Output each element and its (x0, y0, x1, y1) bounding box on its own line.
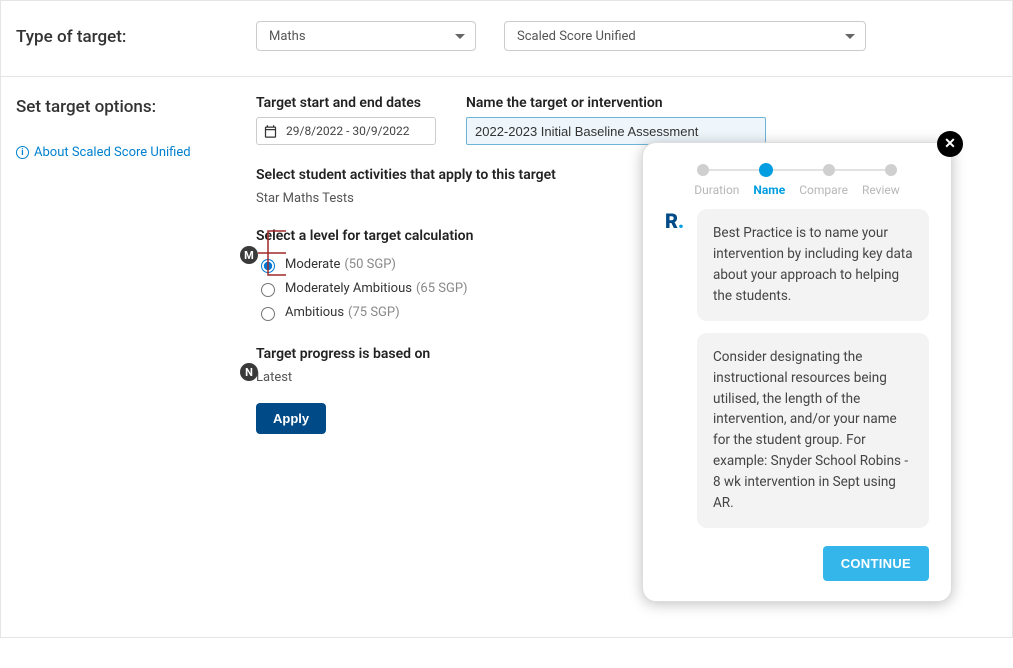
close-icon[interactable]: ✕ (937, 131, 963, 157)
type-of-target-row: Type of target: Maths Scaled Score Unifi… (1, 0, 1012, 77)
radio-ambitious[interactable] (261, 307, 275, 321)
popup-step-labels: Duration Name Compare Review (665, 183, 929, 197)
popup-message-1: Best Practice is to name your interventi… (697, 209, 929, 321)
level-sgp: (50 SGP) (344, 257, 396, 272)
chevron-down-icon (845, 34, 855, 39)
set-target-label: Set target options: (16, 97, 156, 117)
dates-picker[interactable]: 29/8/2022 - 30/9/2022 (256, 117, 436, 145)
level-sgp: (75 SGP) (348, 305, 400, 320)
subject-select-value: Maths (269, 29, 306, 44)
scale-select-value: Scaled Score Unified (517, 29, 636, 44)
fields-top: Target start and end dates 29/8/2022 - 3… (256, 95, 997, 145)
step-bar (773, 169, 823, 171)
about-link[interactable]: i About Scaled Score Unified (16, 145, 256, 160)
popup-stepper (665, 163, 929, 177)
radio-moderately-ambitious[interactable] (261, 283, 275, 297)
name-field: Name the target or intervention (466, 95, 766, 145)
callout-badge-n: N (240, 363, 258, 381)
step-label-name: Name (753, 183, 785, 197)
step-label-duration: Duration (694, 183, 739, 197)
step-dot-compare (823, 164, 835, 176)
level-label: Moderately Ambitious (285, 281, 412, 296)
set-target-label-col: Set target options: i About Scaled Score… (16, 95, 256, 612)
radio-moderate[interactable] (261, 259, 275, 273)
set-target-row: Set target options: i About Scaled Score… (1, 77, 1012, 637)
brand-logo-icon: R. (665, 211, 687, 528)
callout-badge-m: M (240, 246, 258, 264)
step-bar (835, 169, 885, 171)
popup-body: R. Best Practice is to name your interve… (665, 209, 929, 528)
popup-bubbles: Best Practice is to name your interventi… (697, 209, 929, 528)
step-dot-name (759, 163, 773, 177)
subject-select[interactable]: Maths (256, 21, 476, 51)
level-label: Ambitious (285, 305, 344, 320)
popup-footer: CONTINUE (665, 546, 929, 581)
name-label: Name the target or intervention (466, 95, 766, 111)
tip-popup: ✕ Duration Name Compare Review R. (642, 142, 952, 602)
page-container: Type of target: Maths Scaled Score Unifi… (0, 0, 1013, 638)
close-glyph: ✕ (944, 136, 956, 152)
step-label-compare: Compare (799, 183, 848, 197)
dates-field: Target start and end dates 29/8/2022 - 3… (256, 95, 436, 145)
step-bar (709, 169, 759, 171)
calendar-icon (263, 124, 278, 139)
level-label: Moderate (285, 257, 340, 272)
step-label-review: Review (862, 183, 900, 197)
step-dot-duration (697, 164, 709, 176)
type-of-target-label: Type of target: (16, 25, 256, 47)
dates-value: 29/8/2022 - 30/9/2022 (286, 124, 410, 138)
apply-button[interactable]: Apply (256, 403, 326, 434)
level-sgp: (65 SGP) (416, 281, 468, 296)
dates-label: Target start and end dates (256, 95, 436, 111)
about-link-text: About Scaled Score Unified (34, 145, 191, 160)
scale-select[interactable]: Scaled Score Unified (504, 21, 866, 51)
chevron-down-icon (455, 34, 465, 39)
continue-button[interactable]: CONTINUE (823, 546, 929, 581)
info-icon: i (16, 146, 29, 159)
step-dot-review (885, 164, 897, 176)
popup-message-2: Consider designating the instructional r… (697, 333, 929, 528)
name-input[interactable] (466, 117, 766, 145)
